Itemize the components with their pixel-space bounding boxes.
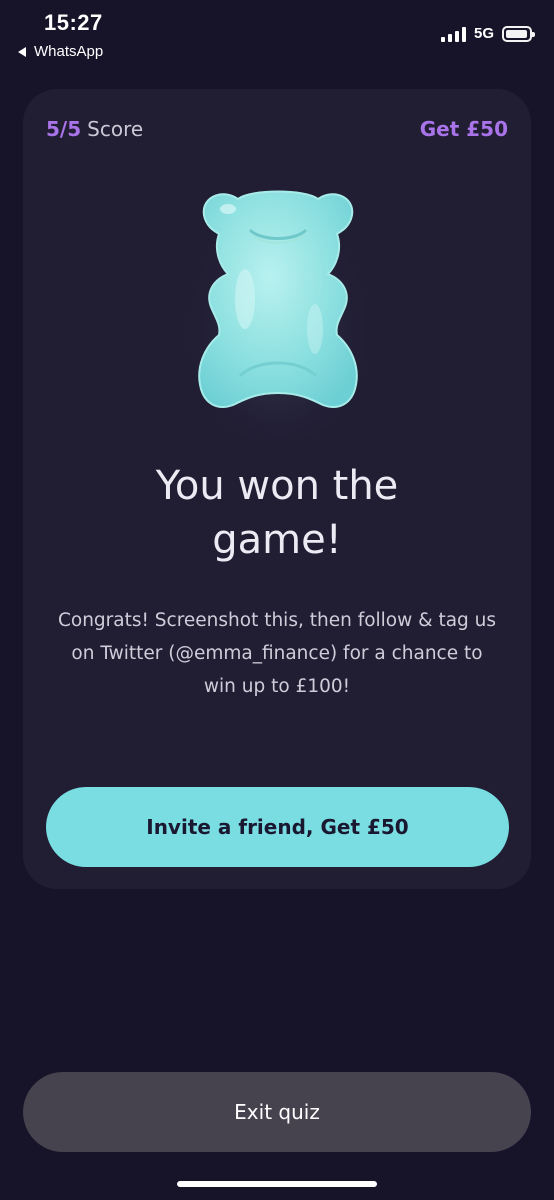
- signal-bars-icon: [440, 26, 466, 42]
- battery-icon: [502, 25, 535, 42]
- status-time: 15:27: [44, 10, 103, 35]
- back-app-label: WhatsApp: [34, 43, 104, 60]
- score-value: 5/5: [46, 117, 82, 141]
- invite-friend-button[interactable]: Invite a friend, Get £50: [46, 787, 509, 867]
- back-to-app-link[interactable]: WhatsApp: [18, 43, 103, 60]
- quiz-result-screen: 15:27 WhatsApp 5G 5/5 Score Get £50 You …: [0, 0, 554, 1200]
- network-type: 5G: [473, 25, 494, 42]
- status-bar: 15:27 WhatsApp 5G: [0, 0, 554, 72]
- win-title: You won the game!: [155, 463, 399, 563]
- get-reward-link[interactable]: Get £50: [420, 117, 508, 141]
- win-message: Congrats! Screenshot this, then follow &…: [57, 610, 497, 697]
- score-display: 5/5 Score: [46, 117, 143, 141]
- score-label: Score: [87, 117, 144, 141]
- home-indicator[interactable]: [177, 1181, 377, 1187]
- exit-quiz-button[interactable]: Exit quiz: [23, 1072, 531, 1152]
- gummy-bear-icon: [183, 179, 373, 444]
- back-arrow-icon: [18, 46, 26, 57]
- status-indicators: 5G: [440, 25, 535, 42]
- result-card: 5/5 Score Get £50 You won the game! Cong…: [23, 89, 531, 889]
